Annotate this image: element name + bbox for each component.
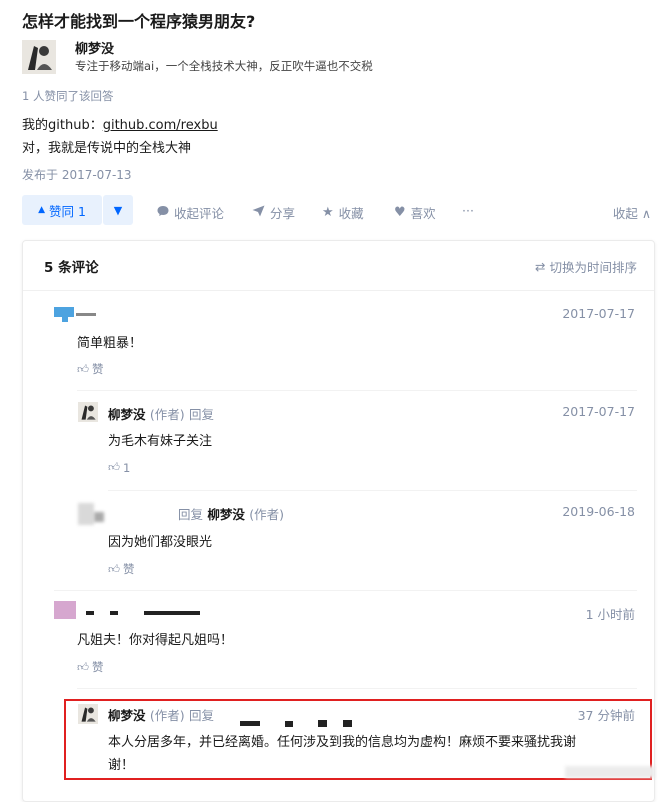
panel-header-divider [23,290,654,291]
share-button[interactable]: 分享 [252,203,295,222]
answer-line-github: 我的github：github.com/rexbu [22,114,218,133]
commenter-avatar-redacted[interactable] [78,503,94,525]
comment-divider [77,390,637,391]
comment-like-count: 1 [123,460,131,475]
more-button[interactable]: ··· [462,203,474,218]
comment-date: 1 小时前 [585,607,635,622]
comment-author[interactable]: 柳梦没 [108,407,146,422]
author-name[interactable]: 柳梦没 [75,38,114,57]
comment-toggle-label: 收起评论 [174,206,225,221]
comment-like-button[interactable]: 👍︎ 赞 [77,361,104,377]
reply-word: 回复 [189,407,215,422]
author-avatar[interactable] [22,40,56,74]
triangle-down-icon: ▼ [113,203,123,217]
comment-text: 简单粗暴！ [77,336,143,351]
heart-icon: ♥ [394,205,406,220]
comment-text-line-1: 本人分居多年，并已经离婚。任何涉及到我的信息均为虚构！麻烦不要来骚扰我谢 [108,735,577,750]
redacted-reply-target [240,713,360,732]
favorite-label: 收藏 [338,206,364,221]
github-link[interactable]: github.com/rexbu [103,118,218,133]
favorite-button[interactable]: ★ 收藏 [322,203,364,222]
collapse-button[interactable]: 收起 ∧ [613,203,651,222]
author-bio: 专注于移动端ai，一个全栈技术大神，反正吹牛逼也不交税 [75,59,373,73]
author-badge: (作者) [249,507,285,522]
comment-author-line: 柳梦没 (作者) 回复 [108,404,214,423]
comment-count: 5 条评论 [44,260,99,276]
commenter-avatar-redacted[interactable] [54,307,100,327]
redacted-mark [94,512,104,522]
comment-like-button[interactable]: 👍︎ 赞 [108,561,135,577]
comment-text: 凡姐夫！你对得起凡姐吗！ [77,633,234,648]
star-icon: ★ [322,205,334,220]
question-title[interactable]: 怎样才能找到一个程序猿男朋友? [22,8,255,32]
comment-date: 2019-06-18 [562,504,635,519]
speech-bubble-icon [157,205,169,220]
reply-word: 回复 [189,708,215,723]
comment-like-label: 赞 [123,562,135,576]
thumbs-up-icon: 👍︎ [77,361,90,376]
author-avatar-small[interactable] [78,402,98,422]
comment-divider [77,688,637,689]
sort-toggle-label: 切换为时间排序 [549,260,637,275]
comment-text: 因为她们都没眼光 [108,535,213,550]
author-badge: (作者) [149,708,185,723]
reply-target-author[interactable]: 柳梦没 [207,507,245,522]
author-badge: (作者) [149,407,185,422]
answer-line-2: 对，我就是传说中的全栈大神 [22,141,192,156]
comment-author-line: 回复 柳梦没 (作者) [178,504,284,523]
more-label: ··· [462,203,474,218]
paper-plane-icon [252,205,265,220]
swap-arrows-icon: ⇄ [535,259,546,274]
commenter-avatar-redacted[interactable] [54,601,204,623]
thumbs-up-icon: 👍︎ [77,659,90,674]
collapse-label: 收起 [612,206,638,221]
comment-divider [54,590,637,591]
comment-like-label: 赞 [92,362,104,376]
vote-up-label: 赞同 1 [48,203,86,219]
share-label: 分享 [270,206,296,221]
thumbs-up-icon: 👍︎ [108,460,121,474]
reply-word: 回复 [178,507,204,522]
vote-down-button[interactable]: ▼ [103,195,133,225]
comment-author[interactable]: 柳梦没 [108,708,146,723]
comment-date: 2017-07-17 [562,404,635,419]
author-avatar-small[interactable] [78,704,98,724]
votes-summary[interactable]: 1 人赞同了该回答 [22,88,113,104]
comment-text: 为毛木有妹子关注 [108,434,213,449]
comment-toggle-button[interactable]: 收起评论 [157,203,224,222]
publish-date[interactable]: 发布于 2017-07-13 [22,166,132,183]
comment-text-line-2: 谢！ [108,758,135,773]
comment-like-label: 赞 [92,660,104,674]
chevron-up-icon: ∧ [641,206,651,221]
comment-text: 本人分居多年，并已经离婚。任何涉及到我的信息均为虚构！麻烦不要来骚扰我谢 谢！ [108,731,643,773]
like-label: 喜欢 [410,206,436,221]
watermark-blur [565,766,655,778]
comment-like-button[interactable]: 👍︎ 赞 [77,659,104,675]
comment-date: 2017-07-17 [562,306,635,321]
triangle-up-icon: ▲ [38,205,45,215]
sort-toggle-button[interactable]: ⇄ 切换为时间排序 [535,257,637,276]
comment-author-line: 柳梦没 (作者) 回复 [108,705,214,724]
comment-divider [108,490,637,491]
vote-up-button[interactable]: ▲ 赞同 1 [22,195,102,225]
comment-like-button[interactable]: 👍︎ 1 [108,460,130,475]
thumbs-up-icon: 👍︎ [108,561,121,576]
like-button[interactable]: ♥ 喜欢 [394,203,436,222]
comment-date: 37 分钟前 [577,708,635,723]
github-prefix: 我的github： [22,118,103,133]
